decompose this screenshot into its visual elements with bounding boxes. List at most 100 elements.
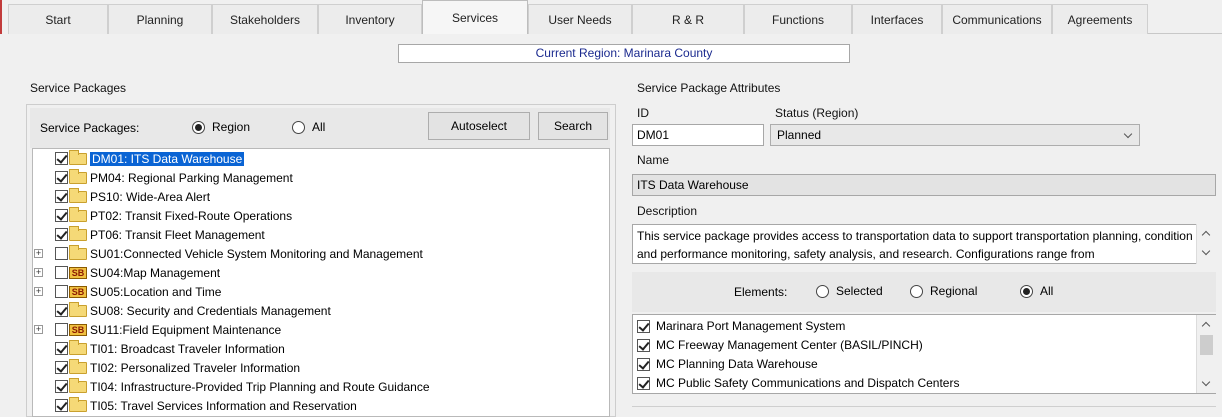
elements-scrollbar[interactable] <box>1196 315 1216 393</box>
service-packages-group-title: Service Packages <box>30 81 127 95</box>
service-bundle-icon: SB <box>69 285 87 298</box>
tree-item[interactable]: TI02: Personalized Traveler Information <box>33 358 300 377</box>
tree-item-checkbox[interactable] <box>55 361 68 374</box>
current-region-label: Current Region: Marinara County <box>398 44 850 63</box>
element-item[interactable]: MCDPW GARLIC Information System <box>637 393 857 394</box>
tab-r-and-r[interactable]: R & R <box>632 4 744 34</box>
tree-item-label: TI05: Travel Services Information and Re… <box>90 398 357 413</box>
status-label: Status (Region) <box>775 106 859 120</box>
tree-item[interactable]: PT02: Transit Fixed-Route Operations <box>33 206 292 225</box>
element-checkbox[interactable] <box>637 319 650 333</box>
tree-item[interactable]: TI04: Infrastructure-Provided Trip Plann… <box>33 377 430 396</box>
tree-item[interactable]: + SB SU05:Location and Time <box>33 282 221 301</box>
elements-list[interactable]: Marinara Port Management System MC Freewa… <box>632 314 1216 394</box>
tab-communications[interactable]: Communications <box>942 4 1052 34</box>
expand-icon[interactable]: + <box>34 249 43 258</box>
folder-icon <box>69 377 87 393</box>
tree-item-checkbox[interactable] <box>55 285 68 298</box>
radio-selected[interactable]: Selected <box>816 284 883 298</box>
tree-item[interactable]: PT06: Transit Fleet Management <box>33 225 265 244</box>
radio-all[interactable]: All <box>292 120 325 134</box>
folder-icon <box>69 301 87 317</box>
tab-functions[interactable]: Functions <box>744 4 852 34</box>
tree-item-checkbox[interactable] <box>55 266 68 279</box>
tree-item-checkbox[interactable] <box>55 209 68 222</box>
tree-item[interactable]: TI01: Broadcast Traveler Information <box>33 339 285 358</box>
tree-item-checkbox[interactable] <box>55 171 68 184</box>
name-label: Name <box>637 153 670 167</box>
description-scrollbar[interactable] <box>1196 224 1216 264</box>
autoselect-button[interactable]: Autoselect <box>428 112 530 140</box>
element-item[interactable]: MC Planning Data Warehouse <box>637 355 818 373</box>
status-select-value: Planned <box>777 128 822 142</box>
scroll-up-icon[interactable] <box>1201 321 1211 331</box>
radio-elements-all[interactable]: All <box>1020 284 1053 298</box>
folder-icon <box>69 244 87 260</box>
id-field[interactable]: DM01 <box>632 124 764 146</box>
bottom-divider <box>632 406 1216 417</box>
scroll-down-icon[interactable] <box>1201 377 1211 387</box>
tab-bar: Start Planning Stakeholders Inventory Se… <box>0 0 1222 34</box>
tree-item[interactable]: + SB SU11:Field Equipment Maintenance <box>33 320 281 339</box>
tree-item[interactable]: PS10: Wide-Area Alert <box>33 187 210 206</box>
tree-item[interactable]: + SB SU04:Map Management <box>33 263 220 282</box>
tree-item-checkbox[interactable] <box>55 228 68 241</box>
folder-icon <box>69 225 87 241</box>
tree-item-label: SU11:Field Equipment Maintenance <box>90 322 282 337</box>
scroll-thumb[interactable] <box>1200 335 1213 355</box>
tree-item-checkbox[interactable] <box>55 323 68 336</box>
element-item[interactable]: MC Freeway Management Center (BASIL/PINC… <box>637 336 923 354</box>
tab-user-needs[interactable]: User Needs <box>528 4 632 34</box>
tree-item[interactable]: SU08: Security and Credentials Managemen… <box>33 301 331 320</box>
tree-item-checkbox[interactable] <box>55 342 68 355</box>
expand-icon[interactable]: + <box>34 287 43 296</box>
tab-stakeholders[interactable]: Stakeholders <box>212 4 318 34</box>
search-button[interactable]: Search <box>538 112 608 140</box>
scroll-down-icon[interactable] <box>1201 246 1211 256</box>
folder-icon <box>69 149 87 165</box>
expand-icon[interactable]: + <box>34 268 43 277</box>
tab-start[interactable]: Start <box>8 4 108 34</box>
window-edge <box>0 0 2 34</box>
tree-item-checkbox[interactable] <box>55 152 68 165</box>
expand-icon[interactable]: + <box>34 325 43 334</box>
tab-agreements[interactable]: Agreements <box>1052 4 1148 34</box>
tab-planning[interactable]: Planning <box>108 4 212 34</box>
tree-item-label: SU01:Connected Vehicle System Monitoring… <box>90 246 423 261</box>
tab-interfaces[interactable]: Interfaces <box>852 4 942 34</box>
description-field[interactable]: This service package provides access to … <box>632 224 1198 264</box>
radio-all-indicator <box>292 120 305 134</box>
tree-item-checkbox[interactable] <box>55 399 68 412</box>
service-packages-filter-row: Service Packages: Region All Autoselect … <box>30 108 610 148</box>
tree-item[interactable]: + SU01:Connected Vehicle System Monitorin… <box>33 244 423 263</box>
tab-inventory[interactable]: Inventory <box>318 4 422 34</box>
tree-item-checkbox[interactable] <box>55 247 68 260</box>
service-packages-filter-label: Service Packages: <box>40 121 140 135</box>
scroll-up-icon[interactable] <box>1201 230 1211 240</box>
tree-item-label: TI04: Infrastructure-Provided Trip Plann… <box>90 379 430 394</box>
element-item[interactable]: MC Public Safety Communications and Disp… <box>637 374 959 392</box>
tree-item-checkbox[interactable] <box>55 380 68 393</box>
name-field[interactable]: ITS Data Warehouse <box>632 174 1216 196</box>
tree-item[interactable]: PM04: Regional Parking Management <box>33 168 293 187</box>
element-item[interactable]: Marinara Port Management System <box>637 317 845 335</box>
tree-item[interactable]: DM01: ITS Data Warehouse <box>33 149 245 168</box>
tree-item[interactable]: TI05: Travel Services Information and Re… <box>33 396 357 415</box>
description-label: Description <box>637 204 698 218</box>
tree-item-label: PS10: Wide-Area Alert <box>90 189 211 204</box>
radio-regional-indicator <box>910 284 923 298</box>
tree-item-checkbox[interactable] <box>55 190 68 203</box>
element-checkbox[interactable] <box>637 376 650 390</box>
tree-item-label: PM04: Regional Parking Management <box>90 170 293 185</box>
radio-region[interactable]: Region <box>192 120 250 134</box>
element-checkbox[interactable] <box>637 357 650 371</box>
element-checkbox[interactable] <box>637 338 650 352</box>
radio-regional[interactable]: Regional <box>910 284 977 298</box>
radio-region-label: Region <box>212 120 251 134</box>
service-package-tree[interactable]: DM01: ITS Data Warehouse PM04: Regional P… <box>32 148 610 417</box>
tab-services[interactable]: Services <box>422 0 528 34</box>
status-select[interactable]: Planned <box>770 124 1140 146</box>
tree-item-label: TI01: Broadcast Traveler Information <box>90 341 285 356</box>
element-label: MC Freeway Management Center (BASIL/PINC… <box>656 338 923 352</box>
tree-item-checkbox[interactable] <box>55 304 68 317</box>
